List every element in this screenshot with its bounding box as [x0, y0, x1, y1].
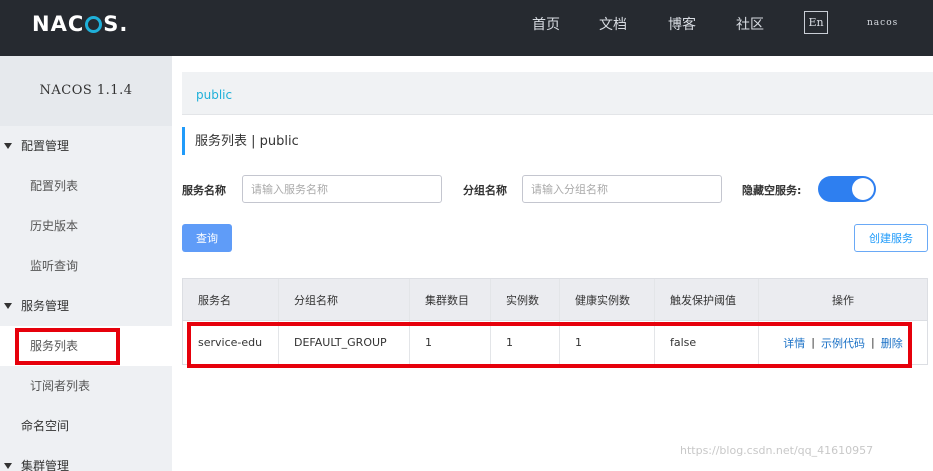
- caret-down-icon: [4, 463, 12, 469]
- column-header: 集群数目: [410, 279, 491, 320]
- hide-empty-services-label: 隐藏空服务:: [742, 184, 802, 197]
- sidebar-item-service-management[interactable]: 服务管理: [0, 286, 172, 326]
- column-header: 健康实例数: [560, 279, 655, 320]
- service-name-input[interactable]: [242, 175, 442, 203]
- group-name-input[interactable]: [522, 175, 722, 203]
- highlight-box-table-row: [187, 322, 912, 368]
- sidebar-item-label: 集群管理: [21, 459, 70, 471]
- column-header: 实例数: [491, 279, 560, 320]
- column-header: 服务名: [183, 279, 279, 320]
- group-name-label: 分组名称: [463, 184, 507, 197]
- sidebar-item-config-list[interactable]: 配置列表: [0, 166, 172, 206]
- sidebar-item-label: 配置管理: [21, 139, 70, 153]
- nav-community[interactable]: 社区: [736, 14, 764, 34]
- breadcrumb-namespace[interactable]: public: [196, 88, 232, 102]
- nav-home[interactable]: 首页: [532, 14, 560, 34]
- watermark: https://blog.csdn.net/qq_41610957: [680, 444, 874, 457]
- logo-ring-icon: [85, 16, 103, 33]
- sidebar-item-config-management[interactable]: 配置管理: [0, 126, 172, 166]
- toggle-knob: [852, 178, 874, 200]
- caret-down-icon: [4, 303, 12, 309]
- column-header: 分组名称: [279, 279, 410, 320]
- user-menu[interactable]: nacos: [867, 18, 898, 28]
- sidebar-item-cluster-management[interactable]: 集群管理: [0, 446, 172, 471]
- column-header: 触发保护阈值: [655, 279, 759, 320]
- sidebar-title: NACOS 1.1.4: [0, 56, 172, 126]
- caret-down-icon: [4, 143, 12, 149]
- sidebar-item-listener-query[interactable]: 监听查询: [0, 246, 172, 286]
- create-service-button[interactable]: 创建服务: [854, 224, 928, 252]
- service-name-label: 服务名称: [182, 184, 226, 197]
- sidebar-item-namespace[interactable]: 命名空间: [0, 406, 172, 446]
- sidebar: NACOS 1.1.4 配置管理 配置列表 历史版本 监听查询 服务管理 服务列…: [0, 56, 172, 471]
- sidebar-item-label: 命名空间: [21, 419, 70, 433]
- nav-docs[interactable]: 文档: [599, 14, 627, 34]
- query-button[interactable]: 查询: [182, 224, 232, 252]
- top-nav-bar: NAC S. 首页 文档 博客 社区 En nacos: [0, 0, 933, 56]
- sidebar-item-label: 配置列表: [30, 179, 79, 193]
- sidebar-item-label: 服务管理: [21, 299, 70, 313]
- sidebar-item-label: 历史版本: [30, 219, 79, 233]
- table-header-row: 服务名 分组名称 集群数目 实例数 健康实例数 触发保护阈值 操作: [183, 279, 927, 321]
- sidebar-item-label: 订阅者列表: [30, 379, 91, 393]
- sidebar-item-history[interactable]: 历史版本: [0, 206, 172, 246]
- highlight-box-sidebar: [15, 328, 120, 365]
- column-header: 操作: [832, 293, 854, 307]
- hide-empty-services-toggle[interactable]: [818, 176, 876, 202]
- sidebar-item-label: 监听查询: [30, 259, 79, 273]
- language-switch-button[interactable]: En: [804, 11, 828, 34]
- breadcrumb: public: [182, 72, 933, 115]
- sidebar-item-subscriber-list[interactable]: 订阅者列表: [0, 366, 172, 406]
- nacos-logo[interactable]: NAC S.: [32, 12, 128, 36]
- page-title: 服务列表 | public: [182, 127, 299, 155]
- nav-blog[interactable]: 博客: [668, 14, 696, 34]
